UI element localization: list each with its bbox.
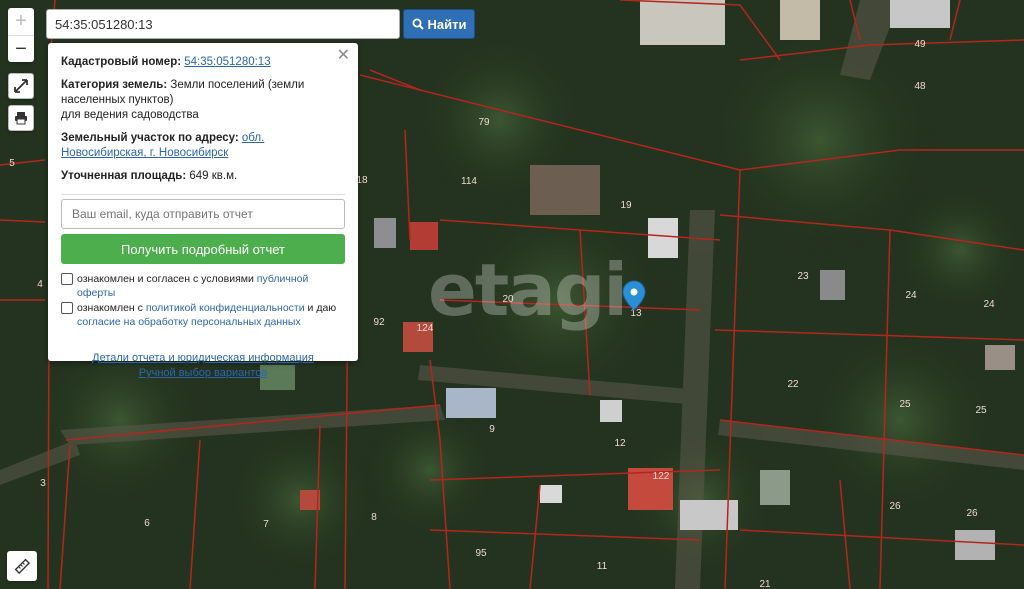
printer-icon: [15, 112, 27, 125]
privacy-consent-checkbox[interactable]: [61, 302, 73, 314]
parcel-label: 26: [889, 501, 901, 512]
parcel-label: 7: [263, 519, 269, 530]
offer-consent-text: ознакомлен и согласен с условиями публич…: [77, 272, 345, 300]
parcel-label: 24: [905, 290, 917, 301]
ruler-icon: [14, 558, 30, 574]
parcel-label: 22: [787, 379, 799, 390]
parcel-label: 13: [630, 308, 642, 319]
land-use-value: для ведения садоводства: [61, 109, 199, 121]
parcel-label: 49: [914, 39, 926, 50]
divider: [61, 194, 345, 195]
privacy-consent-row: ознакомлен с политикой конфиденциальност…: [61, 301, 345, 329]
fullscreen-button[interactable]: [8, 73, 34, 99]
zoom-out-button[interactable]: −: [8, 35, 34, 63]
cadastral-number-link[interactable]: 54:35:051280:13: [184, 56, 270, 68]
parcel-label: 11: [597, 561, 608, 572]
area-row: Уточненная площадь: 649 кв.м.: [61, 169, 345, 184]
offer-consent-checkbox[interactable]: [61, 273, 73, 285]
parcel-label: 23: [797, 271, 809, 282]
privacy-consent-text: ознакомлен с политикой конфиденциальност…: [77, 301, 336, 329]
privacy-consent-label: ознакомлен с: [77, 302, 143, 314]
get-report-button[interactable]: Получить подробный отчет: [61, 234, 345, 264]
report-details-link[interactable]: Детали отчета и юридическая информация: [61, 351, 345, 366]
zoom-control: + −: [8, 8, 34, 62]
search-button[interactable]: Найти: [403, 9, 475, 39]
offer-consent-row: ознакомлен и согласен с условиями публич…: [61, 272, 345, 300]
parcel-label: 8: [371, 512, 377, 523]
parcel-label: 95: [475, 548, 487, 559]
measure-button[interactable]: [7, 551, 37, 581]
manual-selection-link[interactable]: Ручной выбор вариантов: [61, 366, 345, 381]
parcel-label: 9: [489, 424, 495, 435]
parcel-info-panel: ✕ Кадастровый номер: 54:35:051280:13 Кат…: [48, 43, 358, 379]
area-value: 649 кв.м.: [189, 170, 238, 182]
panel-links: Детали отчета и юридическая информация Р…: [61, 351, 345, 381]
search-icon: [412, 18, 424, 30]
parcel-label: 18: [356, 175, 368, 186]
personal-data-consent-link[interactable]: согласие на обработку персональных данны…: [77, 316, 301, 328]
parcel-label: 12: [614, 438, 626, 449]
parcel-label: 5: [9, 158, 15, 169]
search-button-label: Найти: [427, 16, 467, 32]
area-label: Уточненная площадь:: [61, 170, 187, 182]
parcel-label: 92: [373, 317, 385, 328]
parcel-label: 19: [620, 200, 632, 211]
email-field[interactable]: [61, 199, 345, 229]
address-row: Земельный участок по адресу: обл. Новоси…: [61, 131, 345, 161]
cadastral-search-input[interactable]: [46, 9, 400, 39]
parcel-label: 21: [759, 579, 771, 589]
parcel-label: 79: [478, 117, 490, 128]
parcel-label: 48: [914, 81, 926, 92]
land-category-label: Категория земель:: [61, 79, 168, 91]
expand-icon: [14, 79, 28, 93]
privacy-consent-label-2: и даю: [307, 302, 337, 314]
cadastral-number-label: Кадастровый номер:: [61, 56, 182, 68]
zoom-in-button[interactable]: +: [8, 8, 34, 35]
privacy-policy-link[interactable]: политикой конфиденциальности: [146, 302, 305, 314]
offer-consent-label: ознакомлен и согласен с условиями: [77, 273, 254, 285]
cadastral-number-row: Кадастровый номер: 54:35:051280:13: [61, 55, 345, 70]
parcel-label: 4: [37, 279, 43, 290]
parcel-label: 114: [461, 176, 477, 187]
watermark-logo: etagi: [428, 248, 628, 332]
parcel-label: 25: [975, 405, 987, 416]
address-label: Земельный участок по адресу:: [61, 132, 239, 144]
parcel-label: 3: [40, 478, 46, 489]
close-icon[interactable]: ✕: [337, 48, 350, 64]
land-category-row: Категория земель: Земли поселений (земли…: [61, 78, 345, 123]
parcel-label: 122: [653, 471, 670, 482]
print-button[interactable]: [8, 105, 34, 131]
parcel-label: 26: [966, 508, 978, 519]
parcel-label: 6: [144, 518, 150, 529]
parcel-label: 24: [983, 299, 995, 310]
parcel-label: 25: [899, 399, 911, 410]
